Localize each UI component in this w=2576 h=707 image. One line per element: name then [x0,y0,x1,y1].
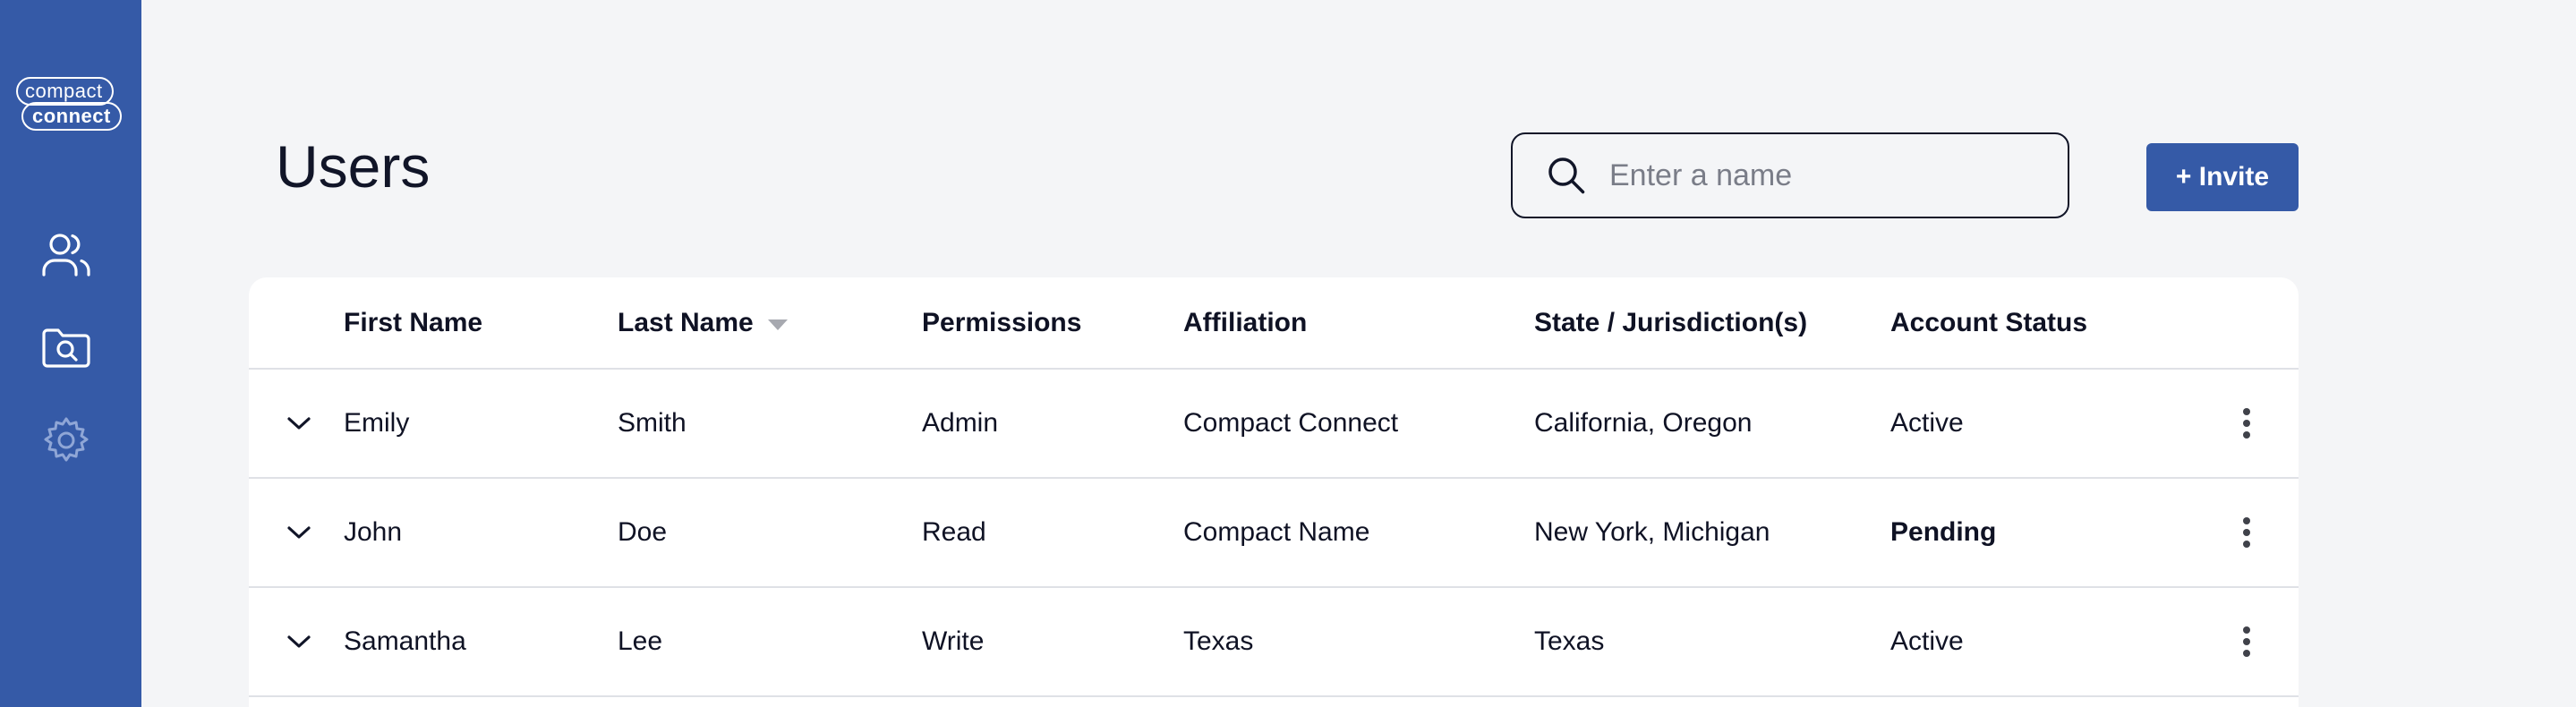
more-vertical-icon [2243,626,2250,657]
users-table: First Name Last Name Permissions Affilia… [249,277,2299,707]
cell-permissions: Write [922,626,985,656]
expand-row-toggle[interactable] [281,479,317,586]
table-header-row: First Name Last Name Permissions Affilia… [249,277,2299,370]
cell-states: California, Oregon [1534,408,1753,438]
cell-account-status: Pending [1890,517,1997,547]
more-vertical-icon [2243,408,2250,439]
more-vertical-icon [2243,517,2250,548]
sidebar-item-settings[interactable] [39,413,93,467]
sidebar-item-users[interactable] [39,227,93,281]
sidebar-item-search[interactable] [39,320,93,374]
column-header-state-jurisdiction[interactable]: State / Jurisdiction(s) [1534,277,1807,368]
chevron-down-icon [287,417,311,430]
cell-account-status: Active [1890,408,1964,438]
table-row[interactable]: Samantha Lee Write Texas Texas Active [249,588,2299,697]
invite-button[interactable]: + Invite [2146,143,2299,211]
cell-account-status: Active [1890,626,1964,656]
column-header-label: Last Name [618,307,754,337]
page-title: Users [276,133,431,200]
expand-row-toggle[interactable] [281,588,317,695]
logo-bottom-text: connect [21,102,122,131]
cell-last-name: Smith [618,408,687,438]
search-icon [1543,152,1590,199]
cell-affiliation: Texas [1183,626,1254,656]
cell-states: New York, Michigan [1534,517,1770,547]
cell-permissions: Admin [922,408,999,438]
expand-row-toggle[interactable] [281,370,317,477]
cell-first-name: Emily [344,408,410,438]
table-row[interactable]: Emily Smith Admin Compact Connect Califo… [249,370,2299,479]
cell-permissions: Read [922,517,986,547]
column-header-last-name[interactable]: Last Name [618,277,788,368]
sidebar: compact connect [0,0,141,707]
cell-states: Texas [1534,626,1605,656]
chevron-down-icon [287,526,311,539]
search-field[interactable] [1511,132,2069,218]
cell-first-name: Samantha [344,626,466,656]
cell-last-name: Lee [618,626,663,656]
cell-first-name: John [344,517,403,547]
row-actions-menu[interactable] [2229,588,2265,695]
search-input[interactable] [1608,157,2041,194]
cell-affiliation: Compact Name [1183,517,1370,547]
column-header-permissions[interactable]: Permissions [922,277,1081,368]
row-actions-menu[interactable] [2229,479,2265,586]
users-icon [42,234,90,277]
gear-icon [44,417,89,462]
row-actions-menu[interactable] [2229,370,2265,477]
cell-last-name: Doe [618,517,668,547]
cell-affiliation: Compact Connect [1183,408,1399,438]
chevron-down-icon [287,635,311,648]
column-header-first-name[interactable]: First Name [344,277,482,368]
column-header-affiliation[interactable]: Affiliation [1183,277,1307,368]
sort-descending-icon[interactable] [767,319,788,330]
compact-connect-logo[interactable]: compact connect [14,75,124,134]
search-folder-icon [42,328,90,368]
table-row[interactable]: John Doe Read Compact Name New York, Mic… [249,479,2299,588]
column-header-account-status[interactable]: Account Status [1890,277,2087,368]
